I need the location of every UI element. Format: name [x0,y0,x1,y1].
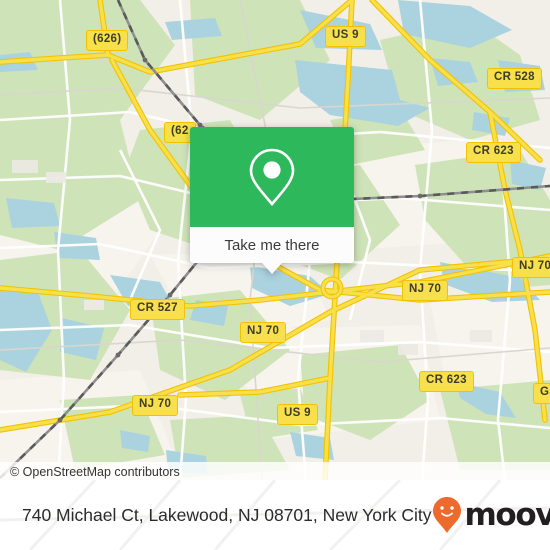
popup-tail [262,263,282,274]
road-shield: NJ 70 [132,395,179,416]
take-me-there-label: Take me there [224,236,320,254]
road-shield: CR 623 [419,371,474,392]
moovit-logo: moovit [432,496,550,534]
road-shield: CR 527 [130,299,185,320]
road-shield: CR 528 [487,68,542,89]
road-shield: US 9 [325,26,366,47]
moovit-wordmark: moovit [464,496,550,533]
road-shield: NJ 70 [402,280,449,301]
road-shield: CR 623 [466,142,521,163]
road-shield: NJ 70 [240,322,287,343]
location-popup[interactable]: Take me there [190,127,354,274]
take-me-there-button[interactable]: Take me there [190,227,354,263]
address-label: 740 Michael Ct, Lakewood, NJ 08701, New … [22,504,432,525]
moovit-pin-smiley-icon [432,497,461,533]
road-shield: US 9 [277,404,318,425]
map-canvas[interactable]: (626) US 9 CR 528 (62 CR 623 NJ 70 NJ 70… [0,0,550,480]
footer-bar: 740 Michael Ct, Lakewood, NJ 08701, New … [0,480,550,550]
popup-marker-panel [190,127,354,227]
road-shield: NJ 70 [512,257,550,278]
map-attribution: © OpenStreetMap contributors [0,462,550,480]
moovit-location-card: (626) US 9 CR 528 (62 CR 623 NJ 70 NJ 70… [0,0,550,550]
road-shield: GS [533,383,550,404]
road-shield: (626) [86,30,129,51]
map-pin-icon [249,148,295,207]
